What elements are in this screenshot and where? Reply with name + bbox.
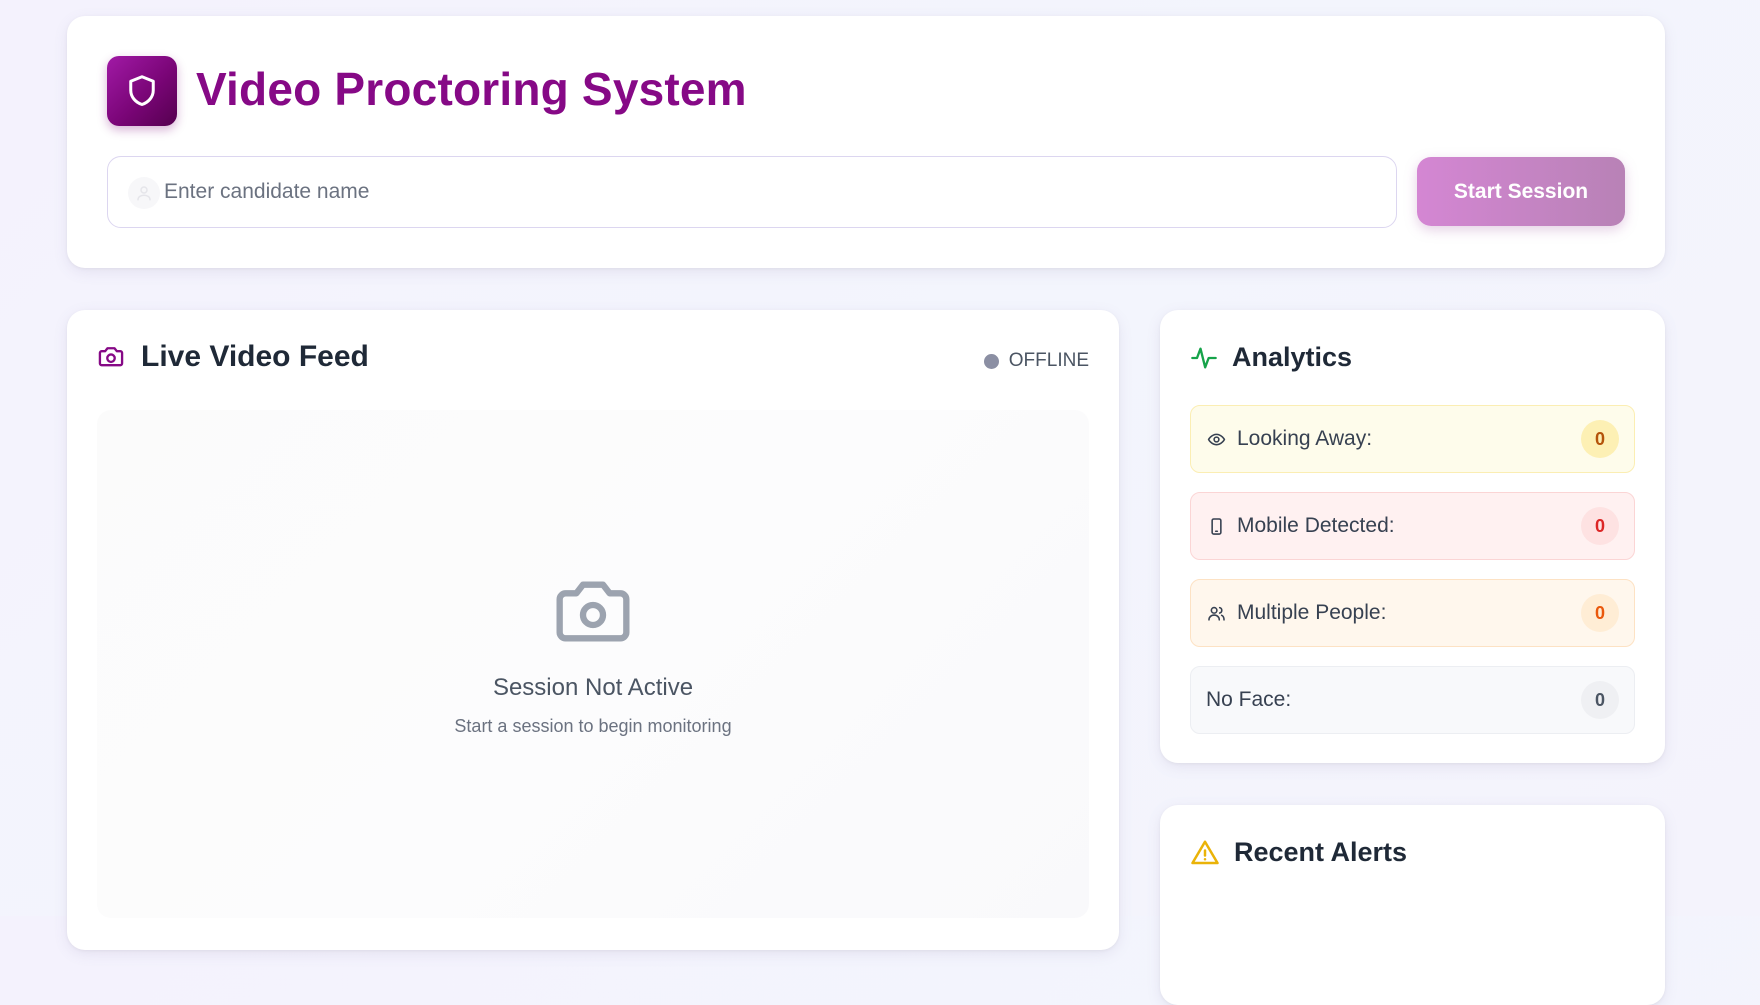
metric-count: 0 — [1581, 507, 1619, 545]
alerts-header: Recent Alerts — [1190, 837, 1407, 868]
start-session-button[interactable]: Start Session — [1417, 157, 1625, 226]
mobile-icon — [1206, 516, 1226, 536]
alerts-card: Recent Alerts — [1160, 805, 1665, 1005]
candidate-name-input[interactable] — [164, 157, 1384, 226]
users-icon — [1206, 603, 1226, 623]
status-dot — [983, 353, 999, 369]
camera-icon — [98, 347, 124, 367]
metric-label: Looking Away: — [1237, 427, 1373, 450]
metric-label: No Face: — [1206, 688, 1292, 711]
shield-icon — [129, 75, 155, 106]
app-title: Video Proctoring System — [196, 63, 747, 115]
metric-count: 0 — [1581, 420, 1619, 458]
video-feed-title: Live Video Feed — [141, 340, 369, 373]
empty-state: Session Not Active Start a session to be… — [97, 575, 1089, 737]
empty-state-title: Session Not Active — [492, 674, 694, 701]
metric-count: 0 — [1581, 594, 1619, 632]
eye-icon — [1206, 429, 1226, 449]
metric-no-face: No Face: 0 — [1190, 666, 1635, 734]
metric-looking-away: Looking Away: 0 — [1190, 405, 1635, 473]
analytics-title: Analytics — [1232, 342, 1353, 372]
metric-multiple-people: Multiple People: 0 — [1190, 579, 1635, 647]
analytics-header: Analytics — [1190, 342, 1352, 373]
connection-status: OFFLINE — [983, 350, 1089, 372]
warning-icon — [1191, 840, 1219, 864]
metric-label: Mobile Detected: — [1237, 514, 1395, 537]
video-feed-card: Live Video Feed OFFLINE Session Not Acti… — [67, 310, 1119, 950]
header-card: Video Proctoring System Start Session — [67, 16, 1665, 268]
video-feed-header: Live Video Feed — [97, 340, 369, 374]
metric-label: Multiple People: — [1237, 601, 1387, 624]
status-label: OFFLINE — [1008, 350, 1089, 371]
metric-count: 0 — [1581, 681, 1619, 719]
activity-icon — [1191, 347, 1217, 368]
user-icon — [128, 177, 160, 209]
app-logo — [107, 56, 177, 126]
empty-state-subtitle: Start a session to begin monitoring — [454, 716, 732, 736]
metric-mobile-detected: Mobile Detected: 0 — [1190, 492, 1635, 560]
candidate-name-field[interactable] — [107, 156, 1397, 228]
analytics-card: Analytics Looking Away: 0 Mobile Detecte… — [1160, 310, 1665, 763]
camera-placeholder-icon — [556, 581, 630, 642]
alerts-title: Recent Alerts — [1234, 837, 1408, 867]
video-display: Session Not Active Start a session to be… — [97, 410, 1089, 918]
